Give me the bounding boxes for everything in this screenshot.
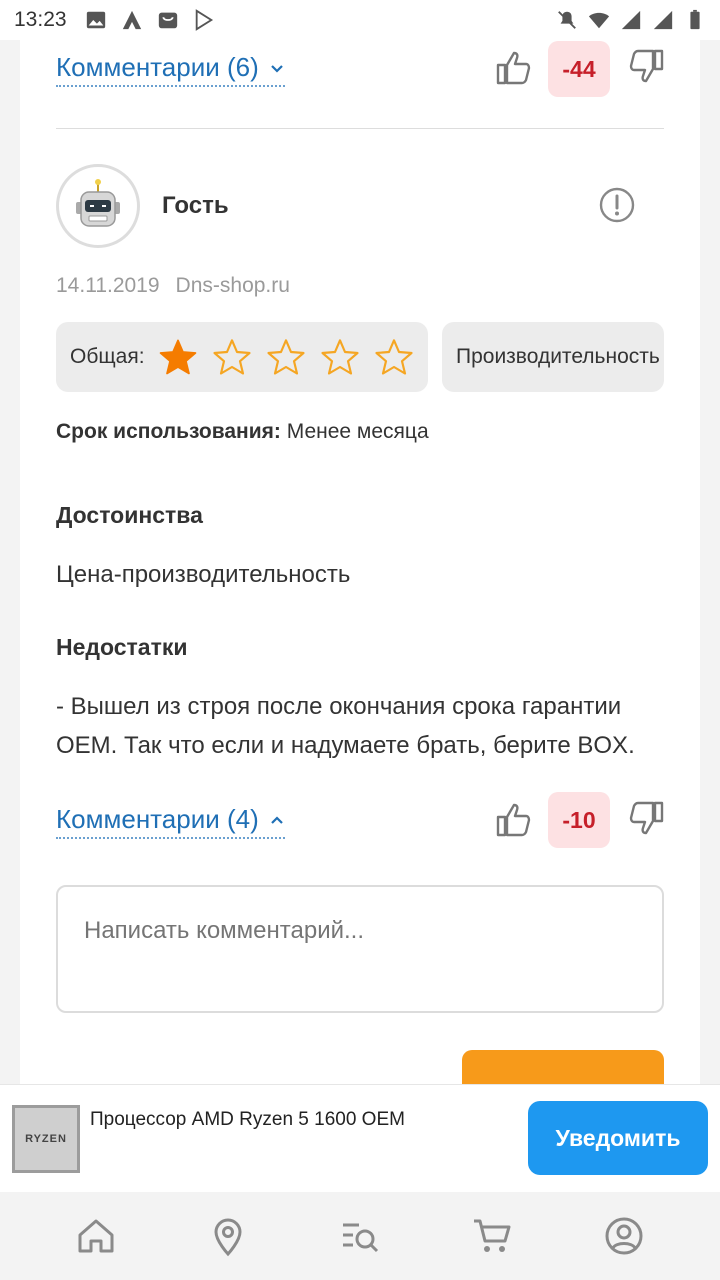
report-icon[interactable] xyxy=(598,186,636,224)
app-icon xyxy=(122,10,141,30)
comment-input[interactable] xyxy=(56,885,664,1013)
pros-title: Достоинства xyxy=(56,502,203,528)
score-badge: -10 xyxy=(548,792,610,848)
battery-icon xyxy=(690,9,700,30)
gallery-icon xyxy=(86,11,105,29)
pros-text: Цена-производительность xyxy=(56,561,351,588)
product-bar: RYZEN Процессор AMD Ryzen 5 1600 OEM Уве… xyxy=(0,1084,720,1192)
signal-icon xyxy=(621,10,641,30)
product-name: Процессор AMD Ryzen 5 1600 OEM xyxy=(90,1109,405,1130)
status-time: 13:23 xyxy=(14,8,67,31)
review-source: Dns-shop.ru xyxy=(175,274,290,297)
star-empty-icon xyxy=(374,339,413,375)
bottom-nav xyxy=(0,1192,720,1280)
rating-performance[interactable]: Производительность xyxy=(442,322,664,392)
product-thumb-text: RYZEN xyxy=(25,1133,67,1145)
star-filled-icon xyxy=(159,339,196,375)
profile-icon[interactable] xyxy=(601,1213,647,1259)
star-empty-icon xyxy=(266,339,305,375)
thumbs-up-icon[interactable] xyxy=(494,800,534,840)
star-rating xyxy=(157,337,415,377)
star-empty-icon xyxy=(320,339,359,375)
cons-text: - Вышел из строя после окончания срока г… xyxy=(56,693,635,759)
comments-toggle-prev[interactable]: Комментарии (6) xyxy=(56,52,285,87)
thumbs-down-icon[interactable] xyxy=(626,798,666,838)
thumbs-down-icon[interactable] xyxy=(626,46,666,86)
wifi-icon xyxy=(588,12,610,29)
usage-label: Срок использования: xyxy=(56,420,281,443)
signal-icon-2 xyxy=(653,10,673,30)
usage-value: Менее месяца xyxy=(286,420,429,443)
shop-bag-icon xyxy=(158,12,177,29)
play-store-icon xyxy=(195,9,213,31)
chevron-down-icon xyxy=(270,64,283,73)
review-meta: 14.11.2019 Dns-shop.ru xyxy=(56,274,290,298)
performance-label: Производительность xyxy=(456,345,660,368)
cons-title: Недостатки xyxy=(56,634,188,660)
robot-avatar-icon xyxy=(76,179,120,227)
mute-icon xyxy=(558,11,576,29)
thumbs-up-icon[interactable] xyxy=(494,48,534,88)
chevron-up-icon xyxy=(270,815,283,824)
comments-toggle[interactable]: Комментарии (4) xyxy=(56,804,285,839)
author-name: Гость xyxy=(162,192,229,219)
review-date: 14.11.2019 xyxy=(56,274,160,297)
rating-overall: Общая: xyxy=(56,322,428,392)
location-icon[interactable] xyxy=(205,1213,251,1259)
home-icon[interactable] xyxy=(73,1213,119,1259)
notify-button[interactable]: Уведомить xyxy=(528,1101,708,1175)
cart-icon[interactable] xyxy=(469,1213,515,1259)
catalog-search-icon[interactable] xyxy=(337,1213,383,1259)
avatar xyxy=(56,164,140,248)
usage-period: Срок использования: Менее месяца xyxy=(56,420,429,444)
comments-label: Комментарии (4) xyxy=(56,804,259,834)
comments-label-prev: Комментарии (6) xyxy=(56,52,259,82)
star-empty-icon xyxy=(212,339,251,375)
overall-label: Общая: xyxy=(70,345,145,368)
divider xyxy=(56,128,664,129)
product-thumbnail: RYZEN xyxy=(12,1105,80,1173)
score-badge-prev: -44 xyxy=(548,41,610,97)
status-bar: 13:23 xyxy=(0,0,720,40)
